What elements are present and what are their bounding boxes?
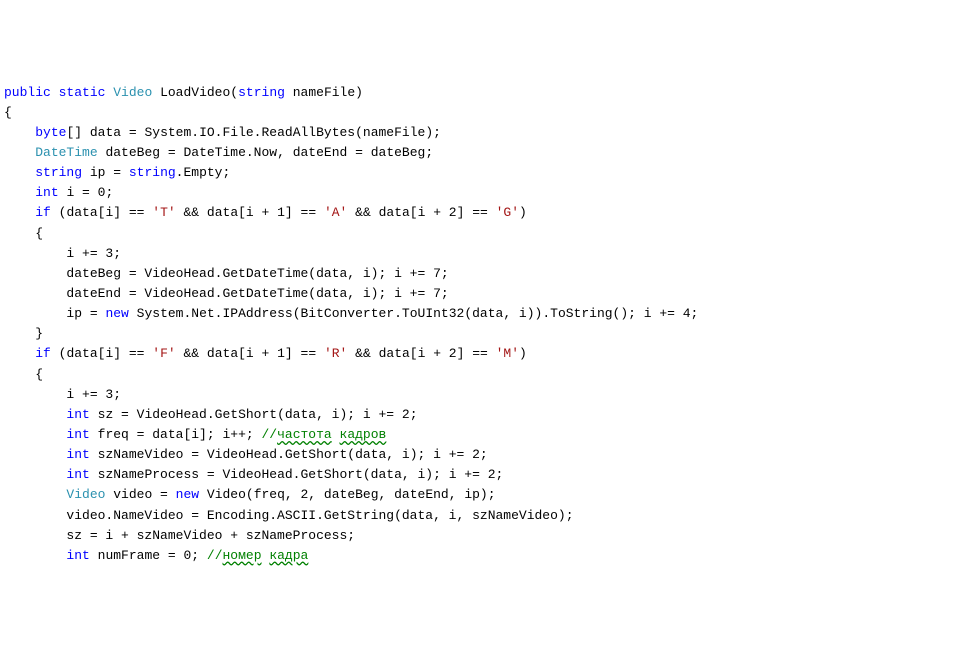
var-dateend: dateEnd: [293, 145, 348, 160]
stmt-video-a: video =: [113, 487, 168, 502]
keyword-int: int: [66, 467, 89, 482]
cond-b: data[i + 1] ==: [207, 205, 316, 220]
keyword-static: static: [59, 85, 106, 100]
op-and: &&: [184, 205, 200, 220]
op-and: &&: [184, 346, 200, 361]
param: nameFile: [293, 85, 355, 100]
expr-assign: dateBeg;: [371, 145, 433, 160]
stmt-datebeg: dateBeg = VideoHead.GetDateTime(data, i)…: [66, 266, 448, 281]
char-f: 'F': [152, 346, 175, 361]
var-datebeg: dateBeg: [105, 145, 160, 160]
keyword-byte: byte: [35, 125, 66, 140]
comment-prefix: //: [207, 548, 223, 563]
comment-word2: кадров: [340, 427, 387, 442]
string-empty: .Empty;: [176, 165, 231, 180]
cond-a: (data[i] ==: [59, 205, 145, 220]
stmt-sznamevideo: szNameVideo = VideoHead.GetShort(data, i…: [98, 447, 488, 462]
expr: System.IO.File.ReadAllBytes(nameFile);: [144, 125, 440, 140]
cond-b: data[i + 1] ==: [207, 346, 316, 361]
keyword-string: string: [238, 85, 285, 100]
var-data: data: [90, 125, 121, 140]
stmt-freq: freq = data[i]; i++;: [98, 427, 254, 442]
keyword-int: int: [66, 427, 89, 442]
type-video: Video: [66, 487, 105, 502]
char-g: 'G': [496, 205, 519, 220]
stmt-ip-a: ip =: [66, 306, 97, 321]
stmt-video-b: Video(freq, 2, dateBeg, dateEnd, ip);: [207, 487, 496, 502]
keyword-int: int: [66, 407, 89, 422]
stmt-ip-b: System.Net.IPAddress(BitConverter.ToUInt…: [137, 306, 699, 321]
keyword-new: new: [176, 487, 199, 502]
char-r: 'R': [324, 346, 347, 361]
comment-prefix: //: [261, 427, 277, 442]
keyword-if: if: [35, 346, 51, 361]
keyword-int: int: [35, 185, 58, 200]
keyword-if: if: [35, 205, 51, 220]
num-zero: 0: [183, 548, 191, 563]
stmt-inc3: i += 3;: [66, 387, 121, 402]
op-and: &&: [355, 205, 371, 220]
stmt-dateend: dateEnd = VideoHead.GetDateTime(data, i)…: [66, 286, 448, 301]
char-a: 'A': [324, 205, 347, 220]
stmt-sz2: sz = i + szNameVideo + szNameProcess;: [66, 528, 355, 543]
keyword-public: public: [4, 85, 51, 100]
comment-word1: номер: [223, 548, 262, 563]
type-datetime: DateTime: [35, 145, 97, 160]
type-video: Video: [113, 85, 152, 100]
comment-word1: частота: [277, 427, 332, 442]
char-m: 'M': [496, 346, 519, 361]
stmt-numframe: numFrame =: [98, 548, 176, 563]
method-name: LoadVideo: [160, 85, 230, 100]
op-and: &&: [355, 346, 371, 361]
stmt-sz: sz = VideoHead.GetShort(data, i); i += 2…: [98, 407, 418, 422]
char-t: 'T': [152, 205, 175, 220]
expr-now: DateTime.Now: [183, 145, 277, 160]
num-zero: 0: [98, 185, 106, 200]
comment-word2: кадра: [269, 548, 308, 563]
var-i: i: [66, 185, 74, 200]
keyword-new: new: [105, 306, 128, 321]
cond-a: (data[i] ==: [59, 346, 145, 361]
keyword-string: string: [129, 165, 176, 180]
stmt-inc3: i += 3;: [66, 246, 121, 261]
keyword-int: int: [66, 548, 89, 563]
var-ip: ip: [90, 165, 106, 180]
stmt-namevideo: video.NameVideo = Encoding.ASCII.GetStri…: [66, 508, 573, 523]
stmt-sznameprocess: szNameProcess = VideoHead.GetShort(data,…: [98, 467, 504, 482]
cond-c: data[i + 2] ==: [379, 346, 488, 361]
keyword-string: string: [35, 165, 82, 180]
code-block: public static Video LoadVideo(string nam…: [4, 83, 970, 566]
cond-c: data[i + 2] ==: [379, 205, 488, 220]
keyword-int: int: [66, 447, 89, 462]
